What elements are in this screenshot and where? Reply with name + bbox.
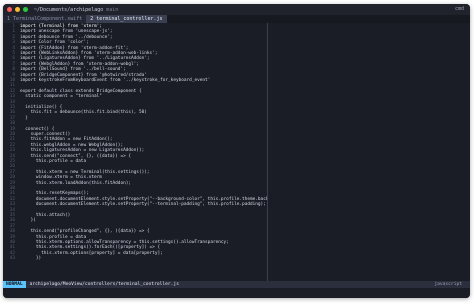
code-line[interactable]: 43 })	[3, 256, 267, 261]
code-text: this.xterm.settings().forEach(([property…	[20, 245, 161, 251]
code-text: import {LigaturesAddon} from '../Ligatur…	[20, 56, 150, 62]
code-text: this.profile = data	[20, 159, 87, 164]
code-text: static component = "terminal"	[20, 94, 102, 100]
vim-tabline: 1 TerminalComponent.swift 2 terminal_cont…	[3, 15, 470, 23]
window-title: ~/Documents/archipelago main	[34, 7, 118, 13]
code-text: this.fit = debounce(this.fit.bind(this),…	[20, 110, 147, 116]
code-text: this.xterm.loadAddon(this.fitAddon);	[20, 180, 132, 186]
code-text: })	[20, 218, 36, 224]
minimize-window-button[interactable]	[15, 7, 20, 12]
window-title-path: ~/Documents/archipelago	[34, 6, 104, 13]
code-editor-pane[interactable]: 1 import {Terminal} from 'xterm'; 1 import …	[3, 23, 267, 281]
code-text: import {BellSound} from '../bell-sound';	[20, 67, 126, 73]
close-window-button[interactable]	[7, 7, 12, 12]
code-text: this.send("profileChanged", {}, ({data})…	[20, 229, 150, 235]
code-text: this.xterm.options[property] = data[prop…	[20, 250, 163, 256]
tab-1[interactable]: 1 TerminalComponent.swift	[3, 15, 87, 23]
status-filetype: javascript	[434, 282, 462, 287]
code-text: connect() {	[20, 126, 55, 132]
code-text: import Color from 'color';	[20, 40, 89, 46]
code-text: window.xterm = this.xterm	[20, 175, 102, 181]
tab-2[interactable]: 2 terminal_controller.js	[86, 15, 167, 23]
code-text: this.profile = data	[20, 234, 87, 240]
command-line[interactable]	[3, 288, 470, 298]
code-text: this.ligaturesAddon = new LigaturesAddon…	[20, 148, 145, 154]
line-number: 43	[9, 256, 15, 262]
title-bar: ~/Documents/archipelago main cmd	[3, 4, 470, 15]
code-text: this.send("connect", {}, ({data}) => {	[20, 153, 132, 159]
code-text: this.fitAddon = new FitAddon();	[20, 137, 113, 143]
window-right-label: cmd	[454, 6, 464, 12]
status-line: NORMAL archipelago/MeoView/controllers/t…	[3, 281, 470, 288]
code-text: this.resetKeymaps();	[20, 191, 89, 197]
code-text: }	[20, 115, 28, 121]
window-controls	[7, 7, 28, 12]
git-branch-label: main	[106, 6, 119, 13]
code-text: document.documentElement.style.setProper…	[20, 202, 266, 208]
code-text: import keystrokeFromKeyboardEvent from '…	[20, 78, 211, 83]
terminal-window: ~/Documents/archipelago main cmd 1 Termin…	[3, 4, 470, 298]
code-text: import unescape from 'unescape-js';	[20, 29, 113, 35]
code-text: })	[20, 256, 42, 262]
code-text: import {FitAddon} from 'xterm-addon-fit'…	[20, 45, 129, 51]
empty-split-pane[interactable]	[268, 23, 470, 281]
status-file-path: archipelago/MeoView/controllers/terminal…	[29, 282, 179, 287]
vim-mode-indicator: NORMAL	[3, 281, 26, 288]
code-text: import {BridgeComponent} from '@hotwired…	[20, 72, 147, 78]
zoom-window-button[interactable]	[23, 7, 28, 12]
